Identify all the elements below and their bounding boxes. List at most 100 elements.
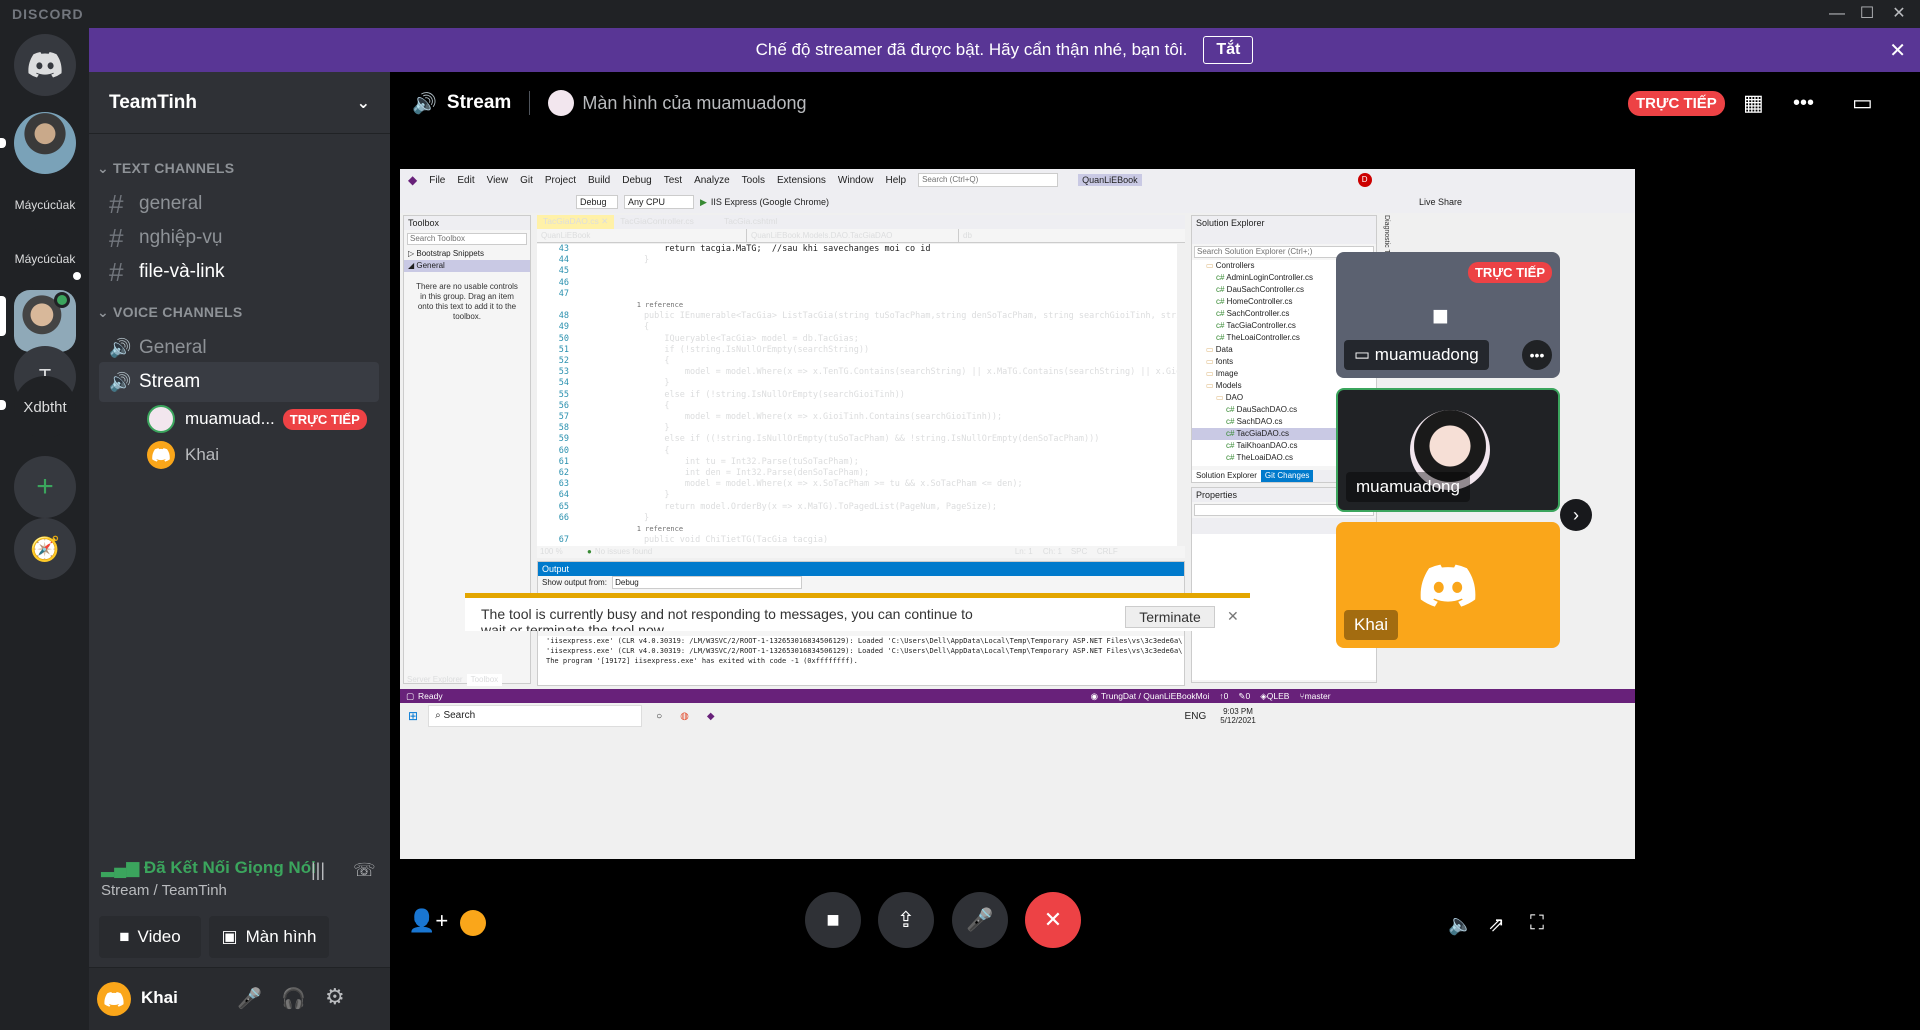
chrome-icon[interactable]: ◍: [680, 711, 689, 722]
microphone-button[interactable]: 🎤: [952, 892, 1008, 948]
voice-status-text: Đã Kết Nối Giọng Nói: [143, 858, 316, 877]
status-edits[interactable]: 0: [1246, 691, 1251, 701]
vs-live-share[interactable]: Live Share: [1419, 197, 1462, 207]
camera-button[interactable]: ■: [805, 892, 861, 948]
windows-start-icon[interactable]: ⊞: [408, 709, 418, 723]
headphones-icon[interactable]: 🎧: [281, 986, 306, 1011]
gear-icon[interactable]: ⚙: [325, 984, 345, 1010]
close-icon[interactable]: ✕: [1227, 608, 1239, 625]
volume-icon[interactable]: 🔈: [1448, 912, 1473, 937]
vs-menu-item[interactable]: File: [429, 175, 445, 186]
vs-platform[interactable]: Any CPU: [624, 195, 694, 209]
status-branch-repo[interactable]: QLEB: [1267, 691, 1290, 701]
disconnect-icon[interactable]: ☏: [353, 860, 376, 881]
account-icon[interactable]: D: [1357, 173, 1372, 187]
fullscreen-icon[interactable]: ⛶: [1530, 912, 1544, 935]
tab-tacgiadao[interactable]: TacGiaDAO.cs ✕: [537, 215, 615, 229]
vs-menu-item[interactable]: Git: [520, 175, 533, 186]
vs-menu-item[interactable]: Build: [588, 175, 610, 186]
server-avatar-photo[interactable]: [14, 112, 76, 174]
toolbox-search[interactable]: Search Toolbox: [407, 233, 527, 245]
toolbox-group[interactable]: ◢ General: [404, 260, 530, 272]
video-button[interactable]: ■ Video: [99, 916, 201, 958]
grid-icon[interactable]: ▦: [1743, 90, 1764, 116]
server-maycucuak-1[interactable]: Máycúcủak: [14, 174, 76, 236]
home-button[interactable]: [14, 34, 76, 96]
stop-stream-button[interactable]: ✕: [1025, 892, 1081, 948]
status-branch[interactable]: master: [1305, 691, 1331, 701]
toolbox-group[interactable]: ▷ Bootstrap Snippets: [404, 248, 530, 260]
more-icon[interactable]: •••: [1522, 340, 1552, 370]
vs-menu-item[interactable]: Project: [545, 175, 576, 186]
vs-menu-item[interactable]: Test: [664, 175, 682, 186]
server-xdbtht[interactable]: Xdbtht: [14, 376, 76, 438]
vs-menu-item[interactable]: Analyze: [694, 175, 730, 186]
status-up[interactable]: 0: [1224, 691, 1229, 701]
server-maycucuak-2[interactable]: Máycúcủak: [14, 228, 76, 290]
vs-menu-item[interactable]: Window: [838, 175, 874, 186]
voice-location[interactable]: Stream / TeamTinh: [101, 882, 227, 899]
status-repo[interactable]: TrungDat / QuanLiEBookMoi: [1101, 691, 1209, 701]
tile-stream-preview[interactable]: TRỰC TIẾP ■ ▭ muamuadong •••: [1336, 252, 1560, 378]
vs-toolbar: Debug Any CPU ▶ IIS Express (Google Chro…: [400, 191, 1635, 213]
code-editor[interactable]: 43 return tacgia.MaTG; //sau khi savecha…: [537, 244, 1177, 546]
tab-tacgia-cshtml[interactable]: TacGia.cshtml: [700, 215, 801, 229]
voice-channel-stream[interactable]: 🔊 Stream: [99, 362, 379, 402]
next-arrow-icon[interactable]: ›: [1560, 499, 1592, 531]
tab-git-changes[interactable]: Git Changes: [1260, 470, 1314, 482]
explore-icon[interactable]: 🧭: [14, 518, 76, 580]
voice-category[interactable]: ⌄ VOICE CHANNELS: [97, 304, 242, 321]
tab-solution-explorer[interactable]: Solution Explorer: [1192, 470, 1261, 482]
close-window-icon[interactable]: ✕: [1884, 2, 1914, 26]
noise-suppression-icon[interactable]: |||: [311, 860, 325, 881]
vs-menu-item[interactable]: Tools: [742, 175, 765, 186]
maximize-icon[interactable]: ☐: [1852, 2, 1882, 26]
nav-class[interactable]: QuanLiEBook.Models.DAO.TacGiaDAO: [747, 229, 959, 242]
minimize-icon[interactable]: —: [1822, 2, 1852, 26]
vs-search[interactable]: Search (Ctrl+Q): [918, 173, 1059, 187]
vs-config[interactable]: Debug: [576, 195, 618, 209]
tab-server-explorer[interactable]: Server Explorer: [403, 674, 467, 686]
zoom-level[interactable]: 100 %: [537, 546, 587, 558]
solution-item-label: TheLoaiDAO.cs: [1236, 453, 1293, 462]
disable-streamer-button[interactable]: Tắt: [1203, 36, 1254, 64]
voice-user-row[interactable]: muamuad... TRỰC TIẾP: [147, 402, 367, 436]
vs-menu-item[interactable]: Edit: [457, 175, 474, 186]
task-view-icon[interactable]: ○: [656, 711, 662, 722]
folder-icon: ▭: [1206, 381, 1216, 390]
more-icon[interactable]: •••: [1793, 92, 1814, 115]
screen-share-button[interactable]: ▣ Màn hình: [209, 916, 329, 958]
vs-menu-item[interactable]: Debug: [622, 175, 651, 186]
microphone-icon: 🎤: [966, 907, 994, 932]
tile-muamuadong[interactable]: muamuadong: [1336, 388, 1560, 512]
nav-member[interactable]: db: [959, 229, 972, 242]
user-avatar[interactable]: [97, 982, 131, 1016]
popout-icon[interactable]: ⇗: [1488, 912, 1505, 937]
vs-menu-item[interactable]: Extensions: [777, 175, 826, 186]
channel-file-va-link[interactable]: # file-và-link: [99, 252, 379, 292]
activity-avatar[interactable]: [460, 910, 486, 936]
tab-tacgiacontroller[interactable]: TacGiaController.cs: [614, 215, 700, 229]
server-header[interactable]: TeamTinh ⌄: [89, 72, 390, 134]
output-source-select[interactable]: Debug: [612, 576, 803, 589]
add-person-icon[interactable]: 👤+: [408, 908, 448, 934]
taskbar-clock[interactable]: 9:03 PM 5/12/2021: [1220, 707, 1256, 725]
line-number: 66: [558, 512, 569, 523]
tab-toolbox[interactable]: Toolbox: [466, 674, 503, 686]
voice-user-row[interactable]: Khai: [147, 438, 219, 472]
vs-menu-item[interactable]: Help: [886, 175, 907, 186]
nav-project[interactable]: QuanLiEBook: [537, 229, 747, 242]
screen-share-toggle[interactable]: ⇪: [878, 892, 934, 948]
text-category[interactable]: ⌄ TEXT CHANNELS: [97, 160, 234, 177]
vs-menu-item[interactable]: View: [487, 175, 509, 186]
terminate-button[interactable]: Terminate: [1125, 606, 1215, 628]
tile-khai[interactable]: Khai: [1336, 522, 1560, 648]
add-server-icon[interactable]: +: [14, 456, 76, 518]
vs-run-target[interactable]: IIS Express (Google Chrome): [711, 197, 829, 207]
play-icon[interactable]: ▶: [700, 197, 707, 208]
close-icon[interactable]: ✕: [1889, 38, 1906, 63]
vs-taskbar-icon[interactable]: ◆: [707, 711, 715, 722]
toggle-chat-icon[interactable]: ▭: [1852, 90, 1873, 116]
taskbar-search[interactable]: ⌕ Search: [428, 705, 643, 727]
microphone-icon[interactable]: 🎤: [237, 986, 262, 1011]
